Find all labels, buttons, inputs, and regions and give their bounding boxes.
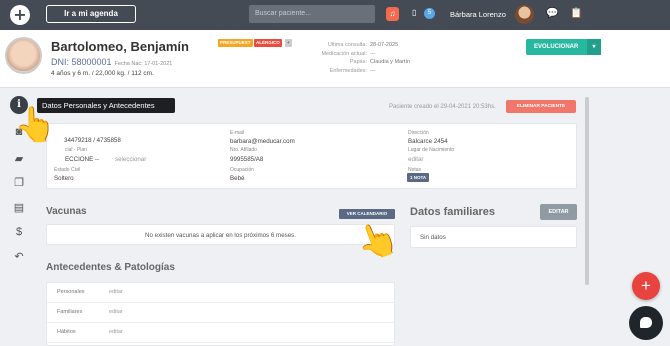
table-row[interactable]: Familiares editar — [47, 303, 396, 323]
message-count-badge[interactable]: 5 — [424, 8, 435, 19]
add-tag-button[interactable]: + — [285, 39, 292, 47]
chat-icon[interactable]: 💬 — [546, 8, 558, 19]
search-input[interactable]: Buscar paciente... — [249, 5, 375, 23]
affiliate-label: Nro. Afiliado — [230, 147, 257, 153]
email-value: barbara@meducar.com — [230, 138, 295, 145]
antecedentes-title: Antecedentes & Patologías — [46, 262, 175, 273]
plan-select-link[interactable]: seleccionar — [115, 156, 146, 163]
meta-label: Medicación actual: — [321, 50, 367, 57]
plan-value[interactable]: ECCIONE -- — [65, 156, 99, 163]
chevron-down-icon[interactable]: ▾ — [587, 39, 601, 55]
meta-value: --- — [370, 50, 376, 57]
tablet-icon[interactable]: ▯ — [412, 8, 416, 17]
notes-badge[interactable]: 1 NOTA — [407, 173, 430, 182]
meta-label: Ultima consulta: — [327, 42, 367, 48]
occupation-label: Ocupación — [230, 167, 254, 173]
clipboard-icon[interactable]: 📋 — [570, 8, 582, 19]
document-icon[interactable]: ▤ — [12, 201, 26, 215]
tooltip: Datos Personales y Antecedentes — [37, 98, 175, 113]
personal-data-card: 34479218 / 4735858 E-mail barbara@meduca… — [46, 123, 577, 189]
meta-value: Claudia y Martín — [370, 59, 411, 65]
edit-link[interactable]: editar — [109, 289, 123, 295]
patient-dni: DNI: 58000001 Fecha Nac: 17-01-2021 — [51, 57, 172, 67]
edit-link[interactable]: editar — [109, 329, 123, 335]
row-name: Familiares — [57, 309, 83, 315]
patient-age-info: 4 años y 6 m. / 22,000 kg. / 112 cm. — [51, 70, 154, 77]
plan-label: cial - Plan — [65, 147, 87, 153]
user-name[interactable]: Bárbara Lorenzo — [450, 10, 506, 19]
familiares-title: Datos familiares — [410, 206, 495, 218]
editar-familiares-button[interactable]: EDITAR — [540, 204, 577, 220]
address-label: Dirección — [408, 130, 429, 136]
notification-icon[interactable]: ♫ — [386, 7, 399, 21]
table-row[interactable]: Hábitos editar — [47, 323, 396, 343]
user-avatar[interactable] — [515, 5, 534, 24]
row-name: Personales — [57, 289, 85, 295]
row-name: Hábitos — [57, 329, 76, 335]
add-fab-button[interactable]: + — [632, 272, 660, 300]
top-navbar: + Ir a mi agenda Buscar paciente... ♫ ▯ … — [0, 0, 670, 30]
chat-bubble-icon[interactable] — [629, 306, 663, 340]
tag-presupuesto[interactable]: PRESUPUEST — [218, 39, 253, 47]
dni-value: DNI: 58000001 — [51, 57, 112, 67]
copy-icon[interactable]: ❐ — [12, 176, 26, 190]
patient-avatar[interactable] — [5, 37, 42, 74]
folder-icon[interactable]: ▰ — [12, 152, 26, 166]
email-label: E-mail — [230, 130, 245, 136]
evolucionar-button[interactable]: EVOLUCIONAR ▾ — [526, 39, 601, 55]
birthplace-label: Lugar de Nacimiento — [408, 147, 455, 153]
meta-label: Papás: — [349, 59, 367, 65]
dollar-icon[interactable]: $ — [12, 226, 26, 240]
birthplace-edit-link[interactable]: editar — [408, 156, 423, 163]
civil-value: Soltero — [54, 175, 74, 182]
delete-patient-button[interactable]: ELIMINAR PACIENTE — [506, 100, 576, 113]
vacunas-card: No existen vacunas a aplicar en los próx… — [46, 224, 395, 245]
patient-created-text: Paciente creado el 29-04-2021 20:53hs. — [389, 104, 496, 110]
evolucionar-label: EVOLUCIONAR — [534, 44, 579, 50]
occupation-value: Bebé — [230, 175, 245, 182]
reply-icon[interactable]: ↶ — [12, 250, 26, 264]
antecedentes-card: Personales editar Familiares editar Hábito… — [46, 282, 396, 346]
meta-value: 28-07-2025 — [370, 42, 399, 48]
meta-label: Enfermedades: — [329, 67, 367, 74]
patient-name: Bartolomeo, Benjamín — [51, 39, 189, 54]
affiliate-value: 9995585/A8 — [230, 156, 264, 163]
familiares-card: Sin datos — [410, 226, 577, 248]
phone-value: 34479218 / 4735858 — [64, 137, 121, 144]
patient-meta: Ultima consulta: 28-07-2025 Medicación ac… — [300, 41, 440, 75]
logo-plus-icon[interactable]: + — [10, 5, 30, 25]
patient-header: Bartolomeo, Benjamín DNI: 58000001 Fecha … — [0, 30, 670, 88]
vacunas-title: Vacunas — [46, 206, 87, 217]
pointing-hand-icon: 👆 — [14, 106, 57, 144]
agenda-button[interactable]: Ir a mi agenda — [46, 5, 136, 23]
civil-label: Estado Civil — [54, 167, 81, 173]
meta-value: --- — [370, 67, 376, 74]
tag-alergico[interactable]: ALÉRGICO — [254, 39, 282, 47]
address-value: Balcarce 2454 — [408, 138, 448, 145]
birth-date: Fecha Nac: 17-01-2021 — [114, 61, 173, 67]
table-row[interactable]: Personales editar — [47, 283, 396, 303]
scrollbar[interactable] — [585, 97, 589, 285]
edit-link[interactable]: editar — [109, 309, 123, 315]
